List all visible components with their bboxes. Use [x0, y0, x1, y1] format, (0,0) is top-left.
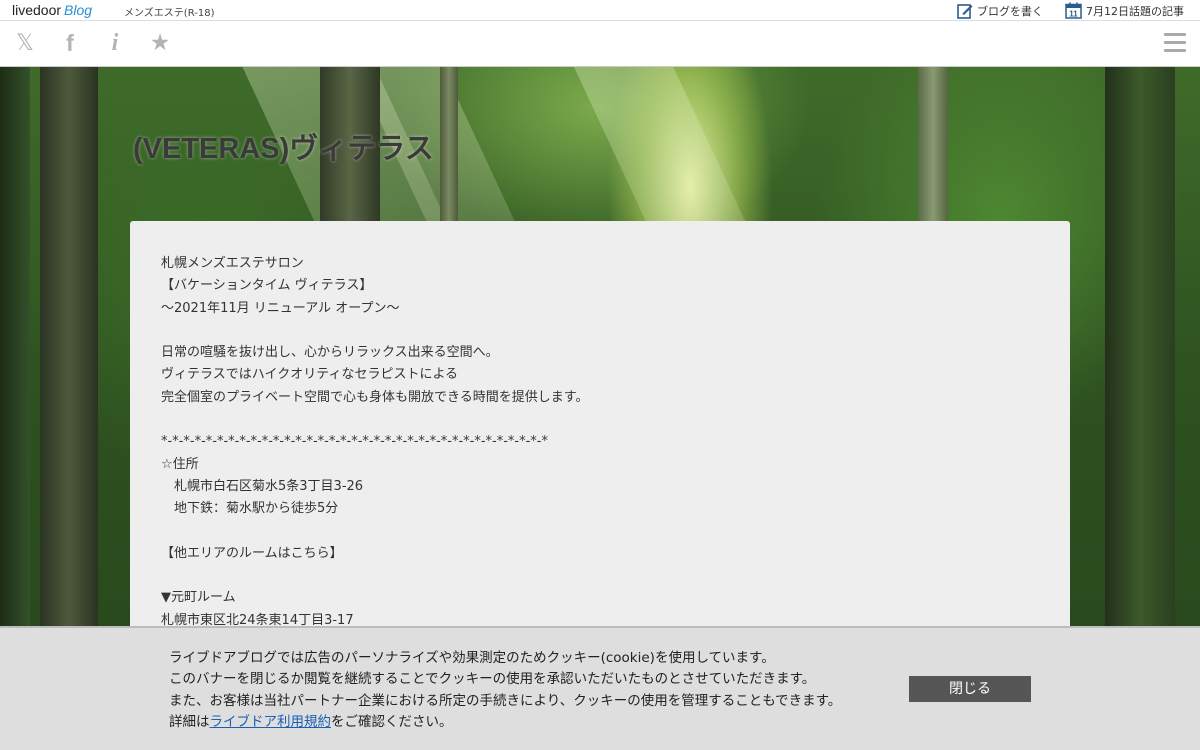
intro-line: 札幌市白石区菊水5条3丁目3-26 [161, 478, 364, 494]
star-glyph: ★ [149, 30, 171, 56]
livedoor-blog-logo[interactable]: livedoor Blog [12, 2, 92, 18]
cookie-line: 詳細はライブドア利用規約をご確認ください。 [169, 712, 841, 733]
logo-blog-text: Blog [64, 2, 93, 18]
cookie-detail-suffix: をご確認ください。 [331, 713, 453, 730]
cookie-line: このバナーを閉じるか閲覧を継続することでクッキーの使用を承認いただいたものとさせ… [169, 671, 816, 688]
pencil-note-icon [957, 3, 973, 19]
x-glyph: 𝕏 [16, 30, 34, 56]
blog-title[interactable]: (VETERAS)ヴィテラス [133, 125, 434, 167]
cookie-message: ライブドアブログでは広告のパーソナライズや効果測定のためクッキー(cookie)… [169, 648, 841, 733]
share-bar: 𝕏 f i ★ [0, 21, 1200, 67]
cookie-line: ライブドアブログでは広告のパーソナライズや効果測定のためクッキー(cookie)… [169, 650, 775, 666]
intro-line: 地下鉄：菊水駅から徒歩5分 [161, 501, 339, 517]
terms-of-use-link[interactable]: ライブドア利用規約 [210, 714, 332, 730]
intro-line [161, 409, 1039, 431]
intro-line: 日常の喧騒を抜け出し、心からリラックス出来る空間へ。 [161, 345, 499, 361]
calendar-icon: 11 [1065, 2, 1082, 19]
facebook-glyph: f [66, 29, 74, 56]
intro-line [161, 320, 1039, 342]
intro-line: 完全個室のプライベート空間で心も身体も開放できる時間を提供します。 [161, 389, 589, 405]
top-bar: livedoor Blog メンズエステ(R-18) ブログを書く 11 7月12… [0, 0, 1200, 21]
intro-line: ～2021年11月 リニューアル オープン～ [161, 300, 400, 316]
todays-topics-label: 7月12日話題の記事 [1086, 4, 1184, 18]
write-blog-button[interactable]: ブログを書く [957, 2, 1043, 19]
intro-line: 【バケーションタイム ヴィテラス】 [161, 278, 373, 294]
blog-category-link[interactable]: メンズエステ(R-18) [124, 4, 214, 19]
info-icon[interactable]: i [103, 29, 127, 56]
close-cookie-button[interactable]: 閉じる [909, 676, 1031, 702]
info-glyph: i [111, 29, 119, 56]
cookie-detail-prefix: 詳細は [169, 713, 210, 730]
logo-livedoor-text: livedoor [12, 2, 62, 18]
intro-line: ▼元町ルーム [161, 590, 236, 606]
intro-line: ヴィテラスではハイクオリティなセラピストによる [161, 367, 459, 383]
hamburger-menu-icon[interactable] [1164, 33, 1186, 53]
x-icon[interactable]: 𝕏 [13, 30, 37, 56]
todays-topics-button[interactable]: 11 7月12日話題の記事 [1065, 2, 1184, 19]
write-blog-label: ブログを書く [977, 4, 1043, 18]
intro-line: ☆住所 [161, 456, 199, 472]
intro-line: 【他エリアのルームはこちら】 [161, 545, 343, 561]
star-icon[interactable]: ★ [148, 30, 172, 56]
intro-line: 札幌メンズエステサロン [161, 256, 304, 271]
intro-line [161, 565, 1039, 587]
facebook-icon[interactable]: f [58, 29, 82, 56]
blog-intro-text: 札幌メンズエステサロン【バケーションタイム ヴィテラス】 ～2021年11月 リニ… [161, 253, 1039, 632]
intro-line: *-*-*-*-*-*-*-*-*-*-*-*-*-*-*-*-*-*-*-*-… [161, 434, 548, 450]
cookie-consent-banner: ライブドアブログでは広告のパーソナライズや効果測定のためクッキー(cookie)… [0, 626, 1200, 750]
calendar-day-text: 11 [1069, 9, 1078, 18]
intro-line [161, 521, 1039, 543]
cookie-line: また、お客様は当社パートナー企業における所定の手続きにより、クッキーの使用を管理… [169, 692, 842, 709]
